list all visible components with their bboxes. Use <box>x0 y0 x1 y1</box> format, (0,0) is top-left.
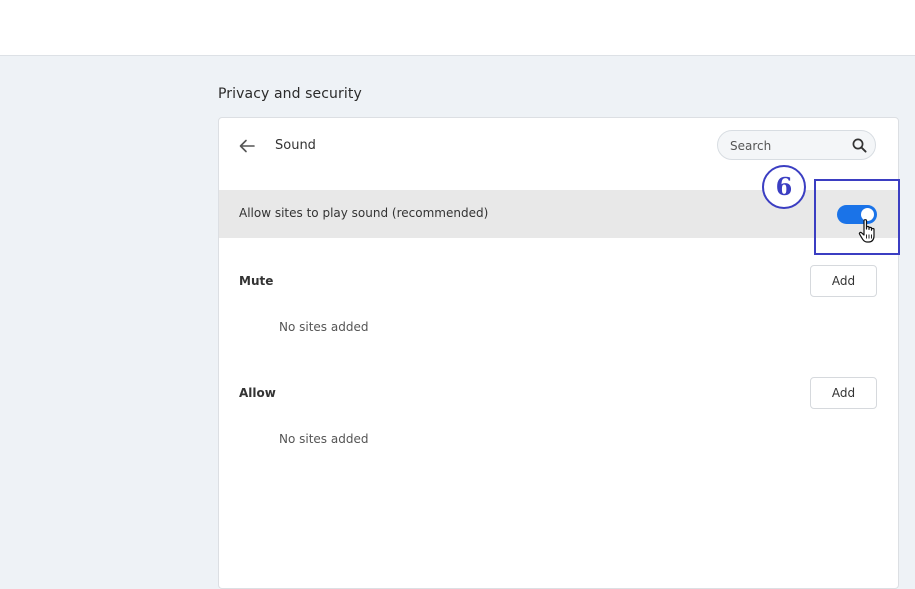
section-title: Privacy and security <box>218 86 362 102</box>
annotation-step-badge: 6 <box>762 165 806 209</box>
allow-sound-label: Allow sites to play sound (recommended) <box>239 206 489 220</box>
search-input[interactable] <box>730 136 840 156</box>
annotation-highlight-box <box>814 179 900 255</box>
allow-add-button[interactable]: Add <box>810 377 877 409</box>
search-box <box>717 130 876 160</box>
mute-empty-text: No sites added <box>279 320 369 334</box>
page-title: Sound <box>275 138 316 153</box>
allow-group-label: Allow <box>239 386 276 400</box>
allow-empty-text: No sites added <box>279 432 369 446</box>
search-icon[interactable] <box>852 138 867 153</box>
mute-add-button[interactable]: Add <box>810 265 877 297</box>
top-bar <box>0 0 915 56</box>
mute-group-label: Mute <box>239 274 274 288</box>
arrow-left-icon[interactable] <box>238 137 256 155</box>
